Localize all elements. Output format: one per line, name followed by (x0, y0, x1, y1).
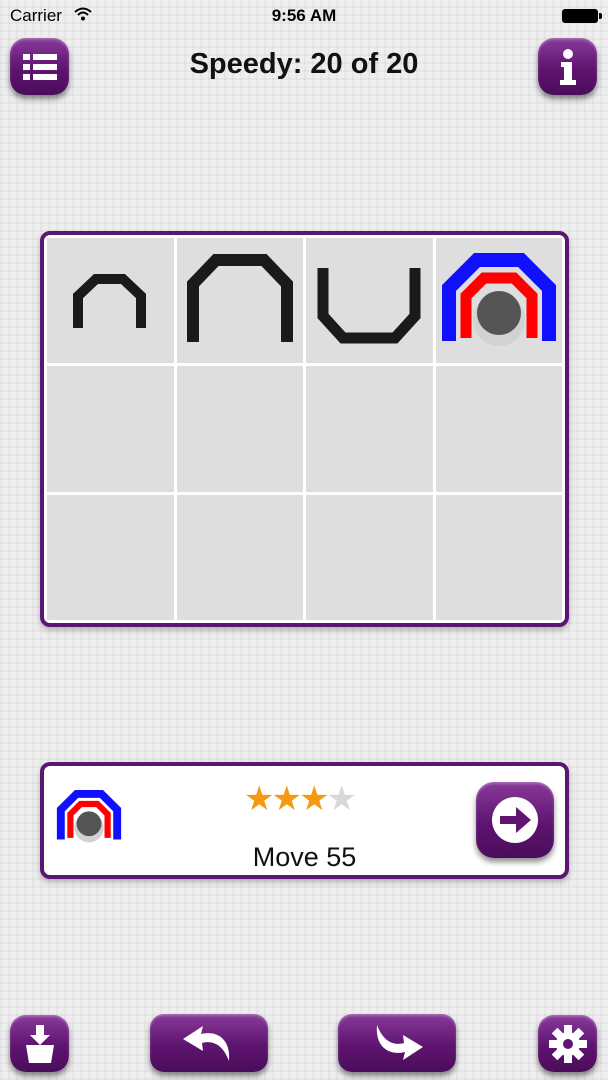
stacked-target-piece (441, 252, 556, 346)
star-rating: ★★★★ (244, 780, 357, 818)
gear-icon (548, 1024, 587, 1063)
board-cell-r1c4[interactable] (435, 238, 562, 364)
redo-icon (376, 1025, 423, 1060)
battery-icon (562, 9, 602, 23)
board-cell-r1c2[interactable] (176, 238, 303, 364)
star-icon: ★ (298, 780, 330, 818)
arrow-right-icon (492, 797, 538, 843)
cup-piece (317, 267, 421, 344)
undo-icon (183, 1026, 230, 1061)
board-cell-r1c1[interactable] (47, 238, 174, 364)
board-cell-r3c1[interactable] (47, 494, 174, 620)
info-icon (559, 48, 576, 85)
star-icon: ★ (271, 780, 302, 818)
board-cell-r2c3[interactable] (306, 366, 433, 492)
download-icon (25, 1024, 54, 1063)
current-piece-icon (56, 789, 122, 843)
large-arch-piece (186, 253, 293, 342)
clock: 9:56 AM (271, 6, 337, 25)
board-cell-r2c4[interactable] (435, 366, 562, 492)
board-cell-r3c3[interactable] (306, 494, 433, 620)
game-board (40, 231, 569, 627)
status-bar: Carrier 9:56 AM (0, 0, 608, 32)
page-title: Speedy: 20 of 20 (189, 48, 419, 80)
star-icon: ★ (244, 780, 275, 818)
settings-button[interactable] (538, 1015, 597, 1072)
star-empty-icon: ★ (326, 780, 357, 818)
board-grid (47, 238, 562, 620)
board-cell-r3c2[interactable] (176, 494, 303, 620)
board-cell-r1c3[interactable] (306, 238, 433, 364)
next-button[interactable] (476, 782, 554, 858)
download-button[interactable] (10, 1015, 69, 1072)
undo-button[interactable] (150, 1014, 268, 1072)
small-arch-piece (73, 273, 147, 328)
board-cell-r3c4[interactable] (435, 494, 562, 620)
board-cell-r2c2[interactable] (176, 366, 303, 492)
board-cell-r2c1[interactable] (47, 366, 174, 492)
redo-button[interactable] (338, 1014, 456, 1072)
status-panel: ★★★★ Move 55 (40, 762, 569, 879)
info-button[interactable] (538, 38, 597, 95)
